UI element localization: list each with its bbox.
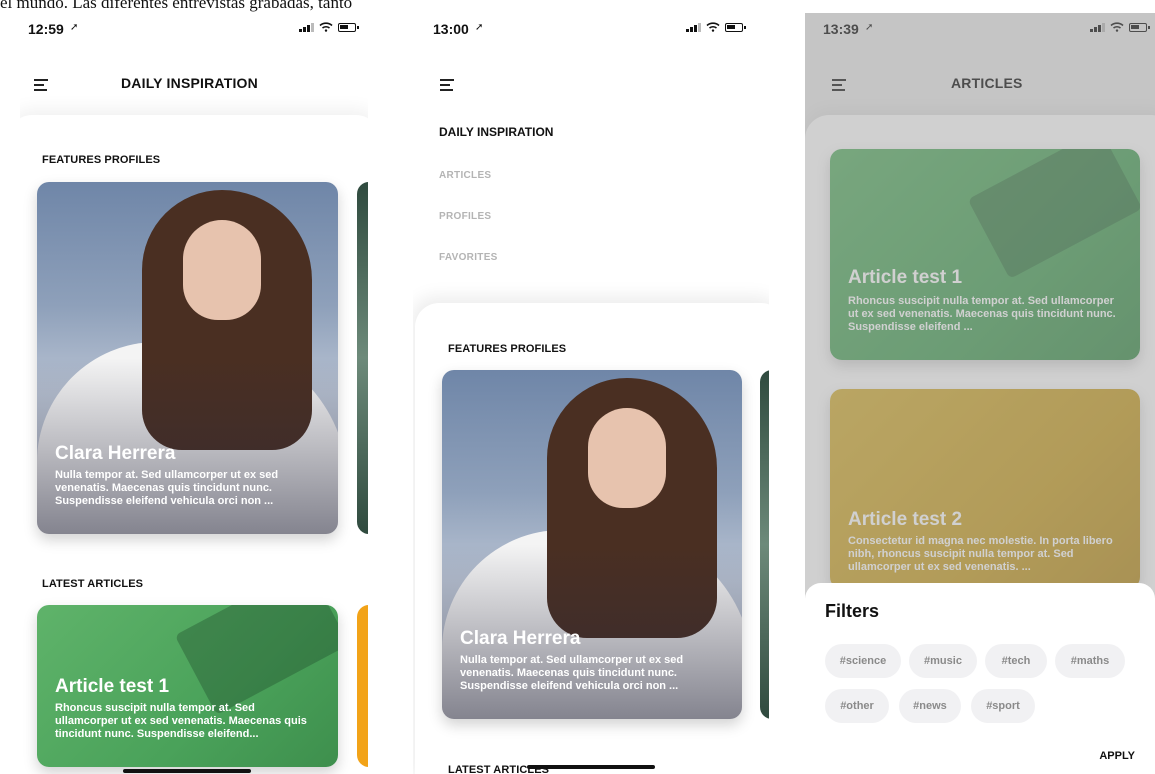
location-arrow-icon: ➚ bbox=[70, 22, 79, 33]
home-indicator bbox=[123, 769, 251, 773]
status-bar: 12:59 ➚ bbox=[20, 13, 368, 47]
status-time: 13:00 bbox=[433, 21, 469, 37]
status-bar: 13:00 ➚ bbox=[413, 13, 769, 47]
section-title-profiles: FEATURES PROFILES bbox=[42, 154, 161, 166]
screen-daily-inspiration: 12:59 ➚ DAILY INSPIRATION FEATURES PROFI… bbox=[20, 13, 368, 774]
filter-tag-other[interactable]: #other bbox=[825, 689, 889, 723]
profile-name: Clara Herrera bbox=[55, 443, 176, 464]
filters-title: Filters bbox=[825, 601, 880, 621]
filter-tag-science[interactable]: #science bbox=[825, 644, 901, 678]
document-caption: el mundo. Las diferentes entrevistas gra… bbox=[0, 0, 353, 12]
next-article-card[interactable] bbox=[357, 605, 368, 767]
signal-icon bbox=[299, 22, 314, 32]
section-title-articles: LATEST ARTICLES bbox=[42, 578, 144, 590]
page: el mundo. Las diferentes entrevistas gra… bbox=[0, 0, 1155, 774]
filter-tag-sport[interactable]: #sport bbox=[971, 689, 1035, 723]
profile-description: Nulla tempor at. Sed ullamcorper ut ex s… bbox=[460, 654, 684, 692]
wifi-icon bbox=[706, 22, 720, 32]
location-arrow-icon: ➚ bbox=[475, 22, 484, 33]
article-description: Rhoncus suscipit nulla tempor at. Sed ul… bbox=[55, 702, 307, 740]
page-title: DAILY INSPIRATION bbox=[121, 75, 258, 91]
filter-tag-maths[interactable]: #maths bbox=[1055, 644, 1125, 678]
profile-description: Nulla tempor at. Sed ullamcorper ut ex s… bbox=[55, 469, 279, 507]
filter-tag-news[interactable]: #news bbox=[899, 689, 961, 723]
status-time: 12:59 bbox=[28, 21, 64, 37]
next-profile-card[interactable] bbox=[357, 182, 368, 534]
menu-item-favorites[interactable]: FAVORITES bbox=[439, 252, 498, 263]
profile-card[interactable]: Clara Herrera Nulla tempor at. Sed ullam… bbox=[37, 182, 338, 534]
hamburger-menu-icon[interactable] bbox=[440, 79, 454, 91]
battery-icon bbox=[725, 22, 746, 32]
filter-tag-tech[interactable]: #tech bbox=[985, 644, 1047, 678]
screen-articles-filters: 13:39 ➚ ARTICLES Article test 1 Rhoncus … bbox=[805, 13, 1155, 774]
hamburger-menu-icon[interactable] bbox=[34, 79, 48, 91]
wifi-icon bbox=[319, 22, 333, 32]
menu-item-articles[interactable]: ARTICLES bbox=[439, 170, 491, 181]
section-title-profiles: FEATURES PROFILES bbox=[448, 343, 567, 355]
menu-item-daily-inspiration[interactable]: DAILY INSPIRATION bbox=[439, 125, 553, 139]
article-title: Article test 1 bbox=[55, 676, 170, 697]
next-profile-card[interactable] bbox=[760, 370, 769, 719]
apply-button[interactable]: APPLY bbox=[1099, 750, 1135, 762]
battery-icon bbox=[338, 22, 359, 32]
home-indicator bbox=[527, 765, 655, 769]
filters-sheet: Filters #science #music #tech #maths #ot… bbox=[805, 583, 1155, 774]
signal-icon bbox=[686, 22, 701, 32]
profile-name: Clara Herrera bbox=[460, 628, 581, 649]
menu-item-profiles[interactable]: PROFILES bbox=[439, 211, 491, 222]
article-card[interactable]: Article test 1 Rhoncus suscipit nulla te… bbox=[37, 605, 338, 767]
profile-card[interactable]: Clara Herrera Nulla tempor at. Sed ullam… bbox=[442, 370, 742, 719]
filter-tag-music[interactable]: #music bbox=[909, 644, 977, 678]
screen-side-menu: 13:00 ➚ DAILY INSPIRATION ARTICLES PROFI… bbox=[413, 13, 769, 774]
